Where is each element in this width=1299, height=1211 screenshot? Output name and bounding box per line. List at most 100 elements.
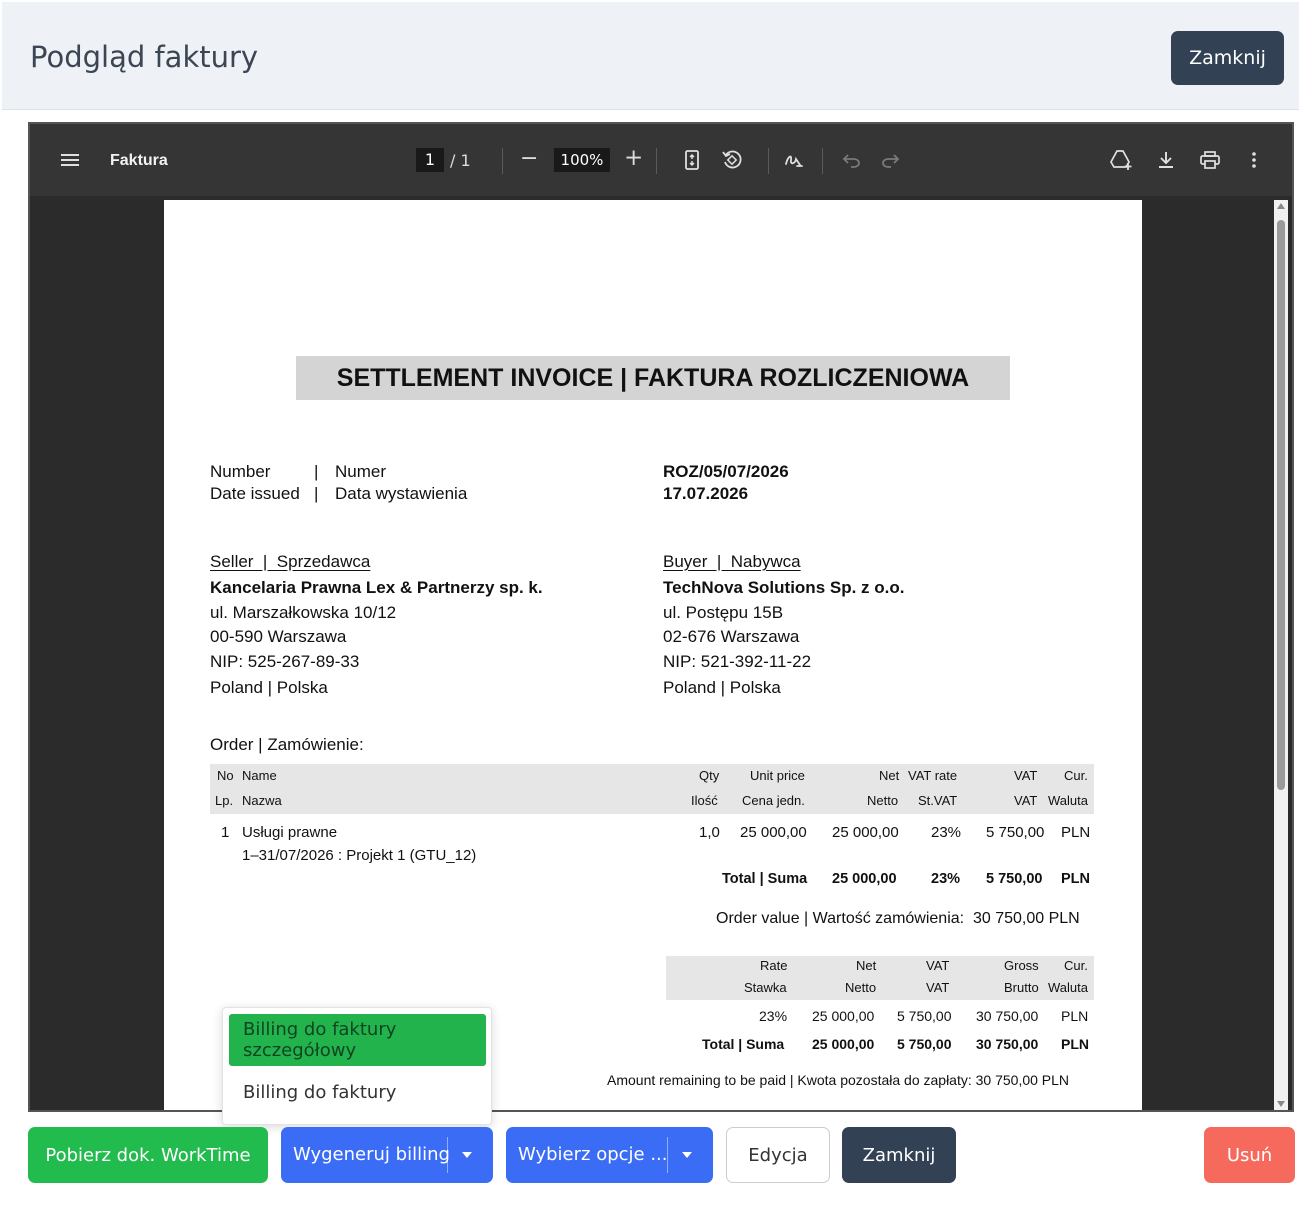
order-header-qty-pl: Ilość (691, 793, 718, 808)
generate-billing-button[interactable]: Wygeneruj billing (293, 1144, 450, 1165)
order-header-net: Net (879, 768, 900, 783)
vat-header-net-pl: Netto (845, 980, 877, 995)
vat-total-gross: 30 750,00 (976, 1036, 1039, 1052)
more-options-icon[interactable] (1242, 148, 1266, 172)
order-header-cur-pl: Waluta (1048, 793, 1088, 808)
order-table-header (210, 764, 1094, 814)
drive-add-icon[interactable] (1108, 148, 1134, 172)
vat-total-net: 25 000,00 (812, 1036, 875, 1052)
order-row-qty: 1,0 (699, 824, 720, 841)
split-separator (667, 1137, 668, 1173)
amount-remaining: Amount remaining to be paid | Kwota pozo… (607, 1072, 1070, 1088)
redo-icon[interactable] (878, 148, 902, 172)
vat-header-rate: Rate (760, 958, 788, 973)
vat-total-vat: 5 750,00 (897, 1036, 952, 1052)
choose-options-button[interactable]: Wybierz opcje ... (518, 1144, 668, 1165)
order-row-net: 25 000,00 (832, 824, 899, 841)
pdf-page: SETTLEMENT INVOICE | FAKTURA ROZLICZENIO… (164, 200, 1142, 1110)
order-row-name: Usługi prawne (242, 824, 338, 841)
order-header-cur: Cur. (1064, 768, 1088, 783)
buyer-heading: Buyer | Nabywca (663, 552, 801, 571)
order-header-vat-pl: VAT (1014, 793, 1038, 808)
choose-options-chevron-down-icon[interactable] (682, 1152, 692, 1158)
vat-row-gross: 30 750,00 (976, 1008, 1039, 1024)
vat-header-cur: Cur. (1064, 958, 1088, 973)
menu-icon[interactable] (58, 148, 82, 172)
order-row-unit-price: 25 000,00 (740, 824, 807, 841)
date-label-pl: Data wystawienia (335, 484, 468, 503)
number-label-en: Number (210, 462, 271, 481)
order-total-vat: 5 750,00 (986, 871, 1043, 887)
order-header-vat-rate: VAT rate (908, 768, 958, 783)
document-title: Faktura (110, 152, 168, 169)
zoom-out-button[interactable]: − (520, 146, 538, 171)
order-total-label: Total | Suma (722, 871, 808, 887)
choose-options-split-button: Wybierz opcje ... (506, 1127, 713, 1183)
seller-heading: Seller | Sprzedawca (210, 552, 371, 571)
buyer-nip: NIP: 521-392-11-22 (663, 652, 812, 671)
number-label-sep: | (314, 462, 319, 481)
generate-billing-split-button: Wygeneruj billing (281, 1127, 493, 1183)
vat-header-vat: VAT (926, 958, 950, 973)
seller-street: ul. Marszałkowska 10/12 (210, 603, 397, 622)
download-worktime-button[interactable]: Pobierz dok. WorkTime (28, 1127, 268, 1183)
page-total: / 1 (450, 151, 471, 170)
order-header-vat: VAT (1014, 768, 1038, 783)
zoom-level[interactable]: 100% (554, 148, 610, 172)
invoice-date: 17.07.2026 (663, 484, 749, 503)
zoom-in-button[interactable]: + (624, 145, 643, 171)
dropdown-item-billing-detailed[interactable]: Billing do faktury szczegółowy (229, 1014, 486, 1066)
scroll-up-arrow-icon[interactable] (1277, 203, 1285, 209)
rotate-icon[interactable] (720, 148, 744, 172)
order-row-desc: 1–31/07/2026 : Projekt 1 (GTU_12) (242, 847, 477, 864)
vat-row-rate: 23% (759, 1008, 788, 1024)
scroll-down-arrow-icon[interactable] (1277, 1101, 1285, 1107)
order-total-cur: PLN (1061, 871, 1090, 887)
toolbar-divider (822, 148, 823, 174)
order-total-rate: 23% (931, 871, 961, 887)
order-header-qty: Qty (699, 768, 720, 783)
buyer-city: 02-676 Warszawa (663, 627, 800, 646)
page-number-input[interactable]: 1 (416, 148, 444, 172)
order-row-rate: 23% (931, 824, 962, 841)
order-total-net: 25 000,00 (832, 871, 897, 887)
header-close-button[interactable]: Zamknij (1171, 31, 1284, 85)
modal-header: Podgląd faktury Zamknij (2, 2, 1299, 110)
order-header-vat-rate-pl: St.VAT (918, 793, 958, 808)
buyer-street: ul. Postępu 15B (663, 603, 784, 622)
billing-dropdown-menu: Billing do faktury szczegółowy Billing d… (222, 1007, 492, 1125)
buyer-name: TechNova Solutions Sp. z o.o. (663, 578, 905, 597)
vat-row-vat: 5 750,00 (897, 1008, 952, 1024)
order-header-name: Name (242, 768, 277, 783)
scroll-thumb[interactable] (1277, 220, 1285, 790)
delete-button[interactable]: Usuń (1204, 1127, 1295, 1183)
order-row-no: 1 (221, 824, 230, 841)
modal-title: Podgląd faktury (30, 40, 259, 74)
vat-header-rate-pl: Stawka (744, 980, 787, 995)
seller-country: Poland | Polska (210, 678, 328, 697)
draw-icon[interactable] (782, 148, 806, 172)
toolbar-divider (656, 148, 657, 174)
generate-billing-chevron-down-icon[interactable] (462, 1152, 472, 1158)
vat-header-net: Net (856, 958, 877, 973)
split-separator (447, 1137, 448, 1173)
invoice-number: ROZ/05/07/2026 (663, 462, 789, 481)
print-icon[interactable] (1198, 148, 1222, 172)
vat-header-cur-pl: Waluta (1048, 980, 1088, 995)
vertical-scrollbar[interactable] (1274, 200, 1288, 1110)
order-header-net-pl: Netto (867, 793, 899, 808)
vat-header-gross: Gross (1004, 958, 1039, 973)
download-icon[interactable] (1154, 148, 1178, 172)
close-button[interactable]: Zamknij (842, 1127, 956, 1183)
order-row-vat: 5 750,00 (986, 824, 1045, 841)
fit-page-icon[interactable] (680, 148, 704, 172)
edit-button[interactable]: Edycja (726, 1127, 830, 1183)
date-label-sep: | (314, 484, 319, 503)
order-value: Order value | Wartość zamówienia: 30 750… (716, 910, 1080, 927)
undo-icon[interactable] (840, 148, 864, 172)
order-row-cur: PLN (1061, 824, 1091, 841)
order-header-name-pl: Nazwa (242, 793, 282, 808)
vat-total-label: Total | Suma (702, 1036, 785, 1052)
dropdown-item-billing[interactable]: Billing do faktury (229, 1066, 486, 1118)
date-label-en: Date issued (210, 484, 300, 503)
